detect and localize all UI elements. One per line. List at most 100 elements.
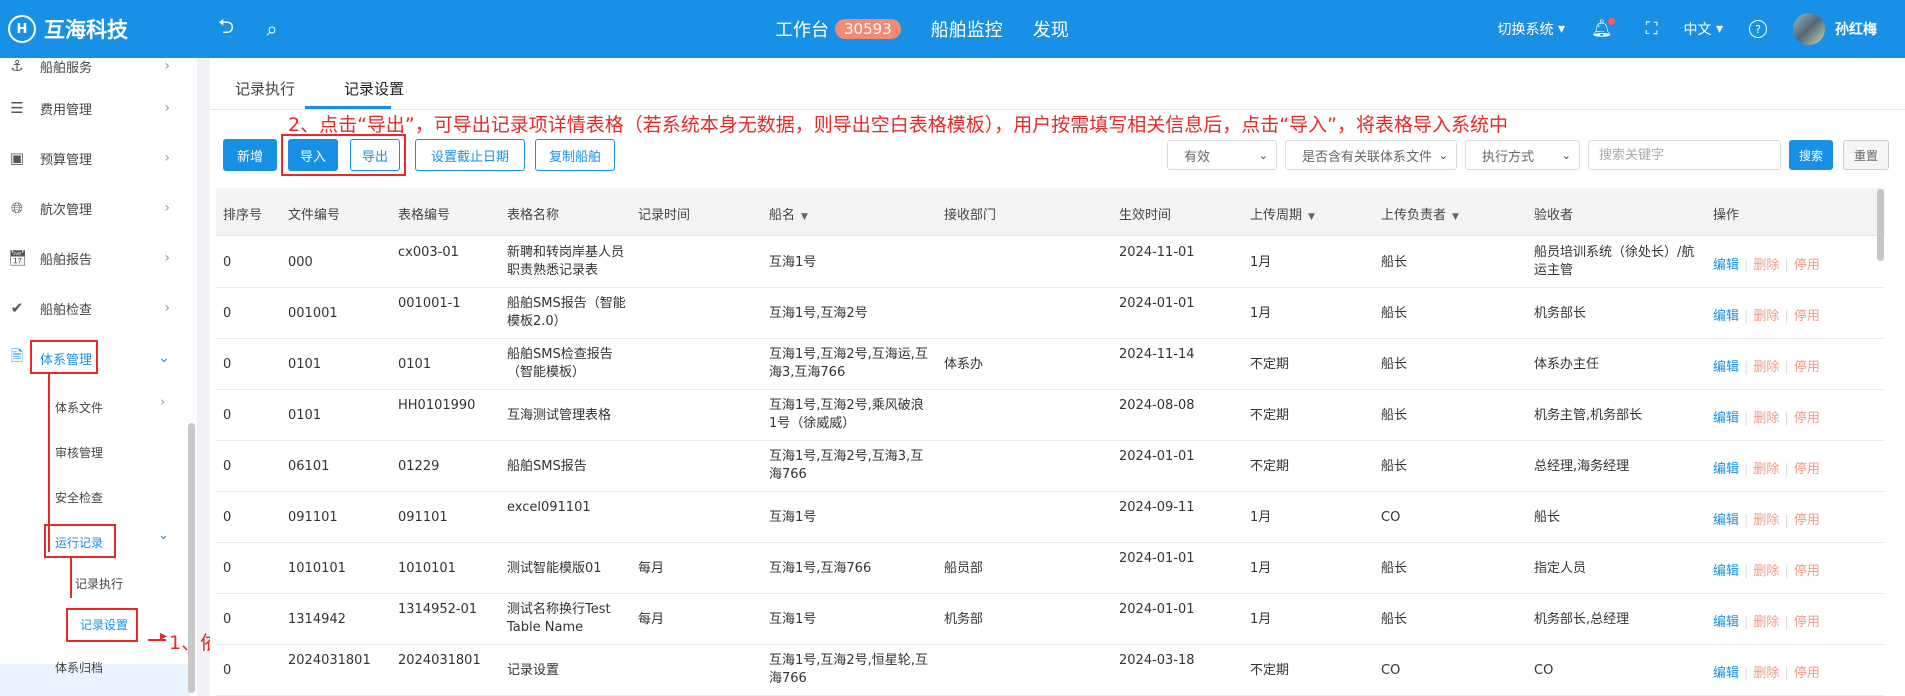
back-circle-icon[interactable]: ⮌ — [206, 12, 246, 46]
export-button[interactable]: 导出 — [350, 139, 400, 171]
keyword-search-input[interactable] — [1588, 140, 1781, 170]
tab-record-settings[interactable]: 记录设置 — [344, 78, 404, 99]
cell-effective: 2024-01-01 — [1119, 602, 1195, 617]
switch-system-dropdown[interactable]: 切换系统 ▾ — [1498, 19, 1565, 39]
sidebar-sub-system-archive[interactable]: 体系归档 — [55, 659, 103, 676]
search-button[interactable]: 搜索 — [1789, 140, 1833, 170]
exec-mode-select[interactable]: 执行方式 ⌄ — [1465, 140, 1580, 170]
cell-order: 0 — [223, 306, 232, 321]
logo-icon: H — [8, 15, 36, 43]
delete-link[interactable]: 删除 — [1753, 360, 1779, 375]
cell-effective: 2024-01-01 — [1119, 449, 1195, 464]
nav-ship-monitor[interactable]: 船舶监控 — [931, 16, 1003, 42]
sidebar-item-voyage[interactable]: 🌐︎ 航次管理 › — [0, 190, 190, 226]
disable-link[interactable]: 停用 — [1794, 411, 1820, 426]
cell-uploader: 船长 — [1381, 459, 1408, 474]
col-cycle[interactable]: 上传周期 ▼ — [1250, 204, 1315, 223]
edit-link[interactable]: 编辑 — [1713, 462, 1739, 477]
col-ship[interactable]: 船名 ▼ — [769, 204, 808, 223]
cell-file-no: 0101 — [288, 357, 322, 372]
disable-link[interactable]: 停用 — [1794, 564, 1820, 579]
cell-acceptor: 机务部长 — [1534, 306, 1587, 321]
cell-form-name: 互海测试管理表格 — [507, 408, 612, 423]
delete-link[interactable]: 删除 — [1753, 258, 1779, 273]
separator: | — [1744, 462, 1749, 477]
cell-acceptor: 机务部长,总经理 — [1534, 612, 1630, 627]
col-form-no: 表格编号 — [398, 208, 451, 223]
caret-down-icon: ▾ — [1553, 21, 1566, 37]
search-icon[interactable]: ⌕ — [252, 17, 292, 41]
edit-link[interactable]: 编辑 — [1713, 666, 1739, 681]
edit-link[interactable]: 编辑 — [1713, 615, 1739, 630]
set-deadline-button[interactable]: 设置截止日期 — [415, 139, 525, 171]
edit-link[interactable]: 编辑 — [1713, 309, 1739, 324]
delete-link[interactable]: 删除 — [1753, 513, 1779, 528]
fullscreen-button[interactable]: ⛶ — [1646, 19, 1658, 39]
delete-link[interactable]: 删除 — [1753, 462, 1779, 477]
tab-record-execution[interactable]: 记录执行 — [235, 78, 295, 99]
delete-link[interactable]: 删除 — [1753, 309, 1779, 324]
disable-link[interactable]: 停用 — [1794, 309, 1820, 324]
delete-link[interactable]: 删除 — [1753, 615, 1779, 630]
status-select[interactable]: 有效 ⌄ — [1167, 140, 1277, 170]
separator: | — [1784, 411, 1789, 426]
notification-dot — [1607, 17, 1615, 25]
cell-acceptor: 船长 — [1534, 510, 1561, 525]
chevron-right-icon: › — [164, 150, 170, 166]
sidebar-sub-record-execution[interactable]: 记录执行 — [75, 575, 123, 592]
disable-link[interactable]: 停用 — [1794, 258, 1820, 273]
separator: | — [1784, 564, 1789, 579]
table-header: 排序号 文件编号 表格编号 表格名称 记录时间 船名 ▼ 接收部门 生效时间 上传… — [216, 188, 1885, 236]
language-dropdown[interactable]: 中文 ▾ — [1684, 19, 1723, 39]
user-menu[interactable]: 孙红梅 — [1793, 13, 1877, 45]
disable-link[interactable]: 停用 — [1794, 666, 1820, 681]
cell-file-no: 000 — [288, 255, 313, 270]
separator: | — [1784, 513, 1789, 528]
edit-link[interactable]: 编辑 — [1713, 564, 1739, 579]
sidebar-item-ship-report[interactable]: 📅︎ 船舶报告 › — [0, 240, 190, 276]
add-button[interactable]: 新增 — [223, 139, 277, 171]
edit-link[interactable]: 编辑 — [1713, 360, 1739, 375]
import-button[interactable]: 导入 — [288, 139, 338, 171]
delete-link[interactable]: 删除 — [1753, 666, 1779, 681]
linked-file-select[interactable]: 是否含有关联体系文件 ⌄ — [1285, 140, 1457, 170]
sidebar-sub-audit[interactable]: 审核管理 — [55, 444, 103, 461]
globe-icon: 🌐︎ — [10, 199, 23, 217]
copy-ship-button[interactable]: 复制船舶 — [535, 139, 615, 171]
cell-file-no: 1010101 — [288, 561, 346, 576]
disable-link[interactable]: 停用 — [1794, 462, 1820, 477]
cell-effective: 2024-11-14 — [1119, 347, 1195, 362]
sidebar-item-ship-inspection[interactable]: ✔ 船舶检查 › — [0, 290, 190, 326]
anchor-icon: ⚓︎ — [10, 58, 24, 75]
disable-link[interactable]: 停用 — [1794, 513, 1820, 528]
disable-link[interactable]: 停用 — [1794, 360, 1820, 375]
sidebar-item-budget[interactable]: ▣ 预算管理 › — [0, 140, 190, 176]
notification-button[interactable]: 🔔︎ — [1591, 17, 1620, 39]
edit-link[interactable]: 编辑 — [1713, 513, 1739, 528]
table-row: 0 0101 0101 船舶SMS检查报告（智能模板） 互海1号,互海2号,互海运,互海… — [216, 339, 1885, 390]
sidebar-sub-safety-check[interactable]: 安全检查 — [55, 489, 103, 506]
cell-ship: 互海1号,互海2号,互海运,互海3,互海766 — [769, 347, 928, 380]
cell-uploader: 船长 — [1381, 408, 1408, 423]
sidebar-item-ship-service[interactable]: ⚓︎ 船舶服务 › — [0, 58, 190, 84]
nav-discover[interactable]: 发现 — [1033, 16, 1069, 42]
cell-form-no: 1010101 — [398, 561, 456, 576]
disable-link[interactable]: 停用 — [1794, 615, 1820, 630]
brand[interactable]: H 互海科技 — [0, 14, 200, 44]
sidebar-item-label: 预算管理 — [40, 152, 93, 168]
sidebar-item-expense[interactable]: ☰ 费用管理 › — [0, 90, 190, 126]
table-scrollbar[interactable] — [1877, 189, 1884, 261]
reset-button[interactable]: 重置 — [1843, 140, 1889, 170]
cell-cycle: 1月 — [1250, 255, 1272, 270]
delete-link[interactable]: 删除 — [1753, 411, 1779, 426]
edit-link[interactable]: 编辑 — [1713, 411, 1739, 426]
annotation-box-system-mgmt — [30, 340, 98, 374]
sidebar-sub-system-files[interactable]: 体系文件 — [55, 399, 103, 416]
col-uploader[interactable]: 上传负责者 ▼ — [1381, 204, 1459, 223]
help-button[interactable]: ? — [1749, 20, 1767, 38]
separator: | — [1784, 360, 1789, 375]
nav-workbench[interactable]: 工作台 30593 — [775, 16, 901, 42]
edit-link[interactable]: 编辑 — [1713, 258, 1739, 273]
user-name: 孙红梅 — [1835, 22, 1877, 38]
delete-link[interactable]: 删除 — [1753, 564, 1779, 579]
